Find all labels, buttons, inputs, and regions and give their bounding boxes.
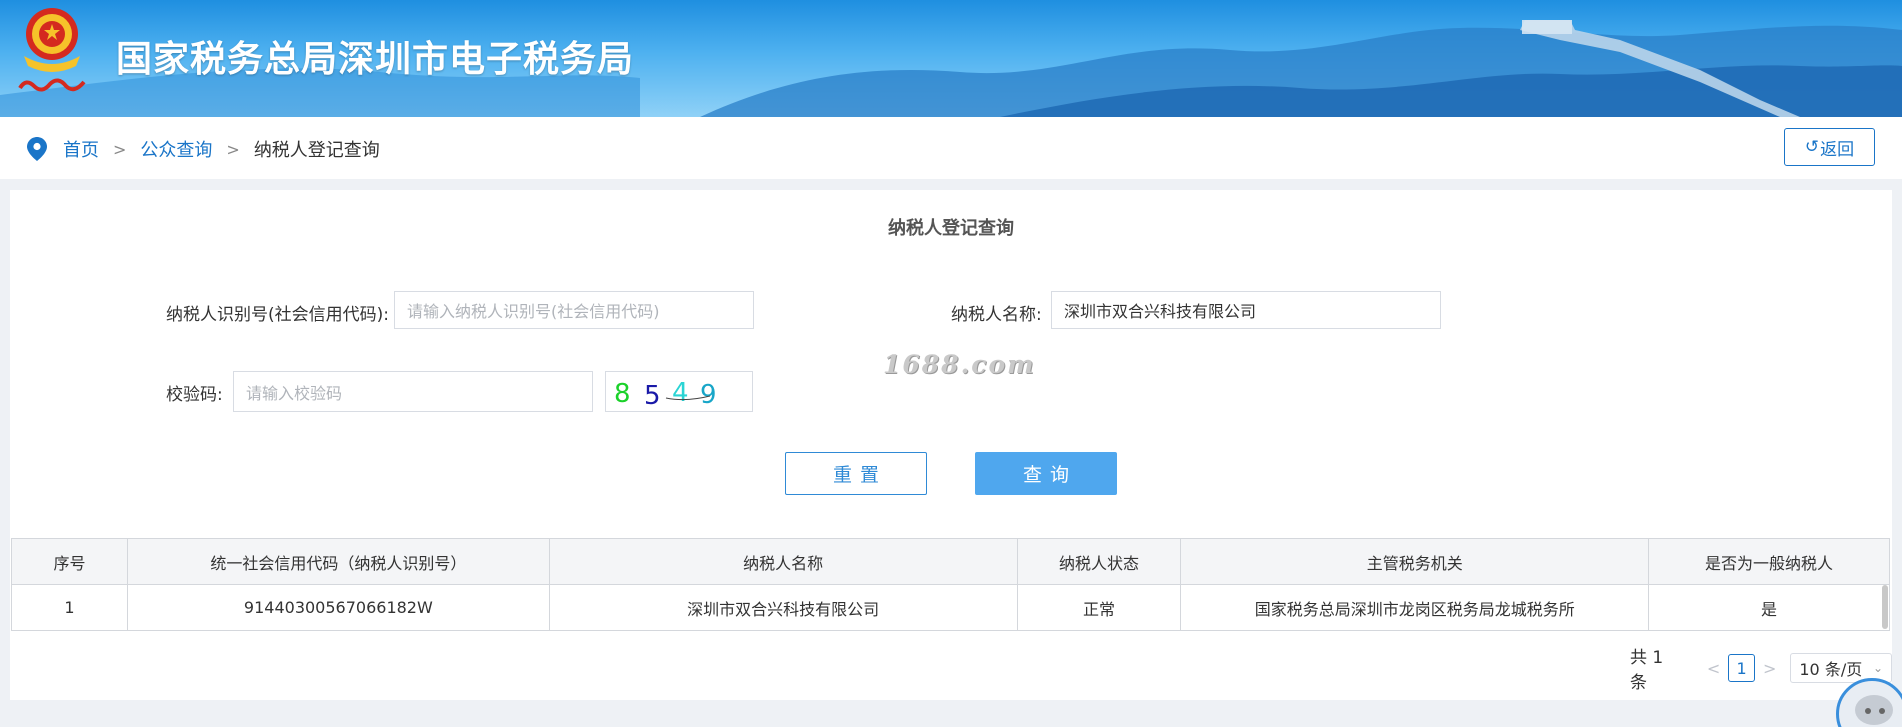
header-banner: 国家税务总局深圳市电子税务局: [0, 0, 1902, 117]
captcha-char: 5: [644, 381, 661, 411]
captcha-char: 9: [700, 380, 717, 410]
cell-credit-code: 91440300567066182W: [126, 584, 550, 631]
next-page-icon[interactable]: >: [1763, 659, 1776, 678]
prev-page-icon[interactable]: <: [1707, 659, 1720, 678]
captcha-graphic: 8549: [614, 378, 717, 411]
chevron-down-icon: ⌄: [1872, 661, 1883, 675]
results-table: 序号 统一社会信用代码（纳税人识别号） 纳税人名称 纳税人状态 主管税务机关 是…: [11, 538, 1890, 631]
col-header-taxpayer-name: 纳税人名称: [548, 538, 1018, 585]
watermark-text: 1688.com: [883, 350, 1036, 379]
verify-code-label: 校验码:: [166, 385, 223, 405]
reset-button[interactable]: 重置: [785, 452, 927, 495]
table-scrollbar[interactable]: [1882, 585, 1888, 629]
captcha-image[interactable]: 8549: [605, 371, 753, 412]
page-title: 纳税人登记查询: [888, 218, 1014, 239]
location-pin-icon: [27, 137, 47, 161]
cell-general-taxpayer: 是: [1648, 584, 1890, 631]
breadcrumb-bar: 首页 > 公众查询 > 纳税人登记查询 ↺ 返回: [0, 117, 1902, 179]
cell-index: 1: [11, 584, 128, 631]
cell-status: 正常: [1016, 584, 1182, 631]
taxpayer-name-label: 纳税人名称:: [951, 305, 1042, 325]
site-title: 国家税务总局深圳市电子税务局: [116, 39, 635, 80]
cell-taxpayer-name: 深圳市双合兴科技有限公司: [548, 584, 1018, 631]
breadcrumb-separator: >: [113, 139, 127, 159]
tax-emblem-logo: [18, 8, 86, 92]
taxpayer-id-input[interactable]: 请输入纳税人识别号(社会信用代码): [394, 291, 754, 329]
table-row: 1 91440300567066182W 深圳市双合兴科技有限公司 正常 国家税…: [11, 584, 1890, 631]
back-button[interactable]: ↺ 返回: [1784, 128, 1875, 166]
breadcrumb-separator: >: [226, 139, 240, 159]
breadcrumb: 首页 > 公众查询 > 纳税人登记查询: [63, 136, 380, 162]
taxpayer-id-label: 纳税人识别号(社会信用代码):: [166, 305, 389, 325]
table-header-row: 序号 统一社会信用代码（纳税人识别号） 纳税人名称 纳税人状态 主管税务机关 是…: [11, 538, 1890, 585]
captcha-char: 4: [672, 378, 689, 408]
verify-code-input[interactable]: 请输入校验码: [233, 371, 593, 412]
back-button-label: 返回: [1820, 139, 1855, 160]
col-header-tax-authority: 主管税务机关: [1180, 538, 1650, 585]
col-header-general-taxpayer: 是否为一般纳税人: [1648, 538, 1890, 585]
breadcrumb-current: 纳税人登记查询: [253, 140, 380, 161]
assistant-eye: [1879, 708, 1885, 714]
taxpayer-name-input[interactable]: 深圳市双合兴科技有限公司: [1051, 291, 1441, 329]
return-icon: ↺: [1804, 137, 1820, 157]
page-number-current[interactable]: 1: [1728, 654, 1755, 682]
col-header-status: 纳税人状态: [1016, 538, 1182, 585]
breadcrumb-home-link[interactable]: 首页: [63, 136, 99, 162]
captcha-char: 8: [614, 379, 631, 409]
total-count: 共 1 条: [1630, 648, 1664, 693]
assistant-eye: [1865, 708, 1871, 714]
pagination: 共 1 条 < 1 > 10 条/页 ⌄: [1630, 648, 1892, 693]
col-header-credit-code: 统一社会信用代码（纳税人识别号）: [126, 538, 550, 585]
breadcrumb-public-query-link[interactable]: 公众查询: [140, 136, 212, 162]
col-header-index: 序号: [11, 538, 128, 585]
page-size-value: 10 条/页: [1799, 660, 1863, 679]
query-button[interactable]: 查询: [975, 452, 1117, 495]
cell-tax-authority: 国家税务总局深圳市龙岗区税务局龙城税务所: [1180, 584, 1650, 631]
query-panel: 纳税人登记查询 纳税人识别号(社会信用代码): 请输入纳税人识别号(社会信用代码…: [10, 190, 1892, 700]
assistant-avatar: [1855, 695, 1893, 725]
